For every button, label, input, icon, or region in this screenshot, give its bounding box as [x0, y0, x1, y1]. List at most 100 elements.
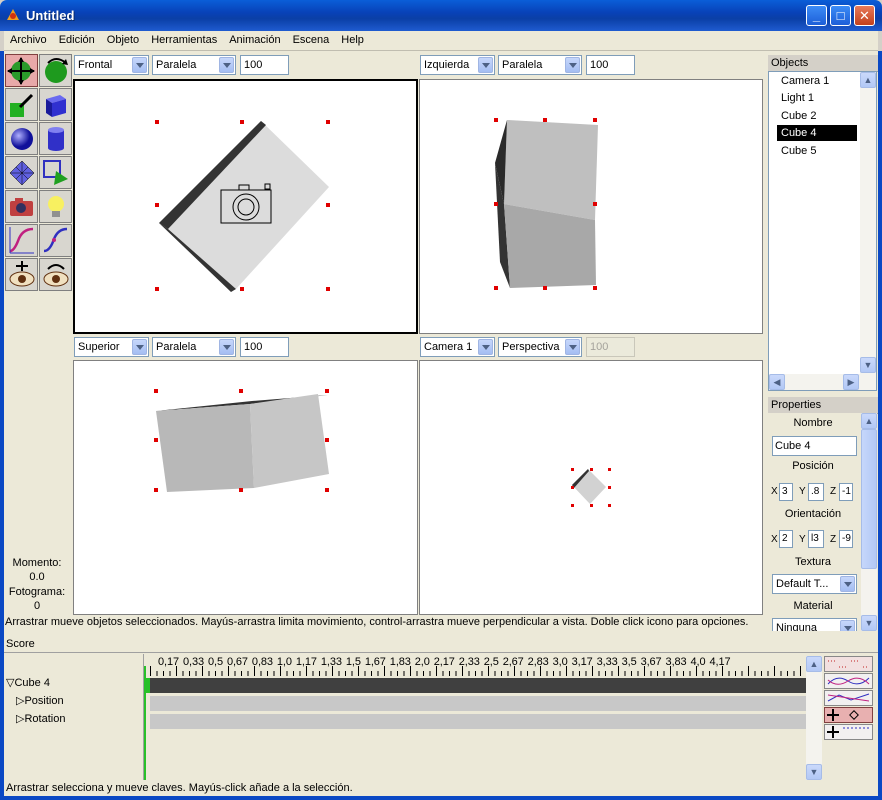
key-mode-button-1[interactable] [824, 656, 873, 672]
curve-edit-tool-button[interactable] [39, 224, 72, 257]
playhead-key [146, 678, 150, 693]
track-label-cube-4-text: Cube 4 [14, 677, 50, 689]
projection-select-4[interactable]: Perspectiva [498, 337, 582, 357]
track-label-rotation[interactable]: ▷Rotation [16, 712, 65, 725]
arrow-down-icon: ▼ [863, 360, 873, 370]
menu-help[interactable]: Help [335, 31, 370, 46]
minimize-button[interactable]: _ [806, 5, 827, 26]
ruler-ticks [150, 666, 801, 676]
object-item-cube-5[interactable]: Cube 5 [779, 143, 818, 159]
move-tool-button[interactable] [5, 54, 38, 87]
properties-scroll-down-button[interactable]: ▼ [861, 615, 877, 631]
object-item-cube-4[interactable]: Cube 4 [777, 125, 857, 141]
viewport-frontal[interactable] [73, 79, 418, 334]
curve-tool-button[interactable] [5, 224, 38, 257]
track-label-cube-4[interactable]: ▽Cube 4 [6, 676, 50, 689]
projection-select-2[interactable]: Paralela [498, 55, 582, 75]
arrow-left-icon: ◀ [773, 377, 781, 387]
eye-move-icon [9, 261, 35, 287]
properties-scroll-thumb[interactable] [861, 429, 877, 569]
objects-panel-title: Objects [768, 55, 878, 72]
object-item-light-1[interactable]: Light 1 [779, 90, 816, 106]
key-mode-button-3[interactable] [824, 690, 873, 706]
properties-panel: Nombre Cube 4 Posición X 3 Y .8 Z -1 Ori… [768, 413, 877, 631]
material-select[interactable]: Ninguna [772, 618, 857, 631]
score-panel: Score ▽Cube 4 ▷Position ▷Rotation 0,17 0… [4, 636, 878, 796]
properties-scroll-up-button[interactable]: ▲ [861, 413, 877, 429]
menu-objeto[interactable]: Objeto [101, 31, 145, 46]
view-rotate-tool-button[interactable] [39, 258, 72, 291]
scroll-left-button[interactable]: ◀ [769, 374, 785, 390]
texture-label: Textura [794, 556, 832, 568]
projection-select-1[interactable]: Paralela [152, 55, 236, 75]
chevron-down-icon [565, 339, 580, 355]
menu-herramientas[interactable]: Herramientas [145, 31, 223, 46]
key-mode-button-2[interactable] [824, 673, 873, 689]
objects-horizontal-scrollbar[interactable]: ◀ ▶ [769, 374, 876, 390]
view-select-1-value: Frontal [78, 59, 113, 71]
sphere-tool-button[interactable] [5, 122, 38, 155]
scroll-up-button[interactable]: ▲ [860, 72, 876, 88]
view-select-1[interactable]: Frontal [74, 55, 149, 75]
view-select-3[interactable]: Superior [74, 337, 149, 357]
pos-y-label: Y [799, 486, 806, 497]
zoom-field-2[interactable]: 100 [586, 55, 635, 75]
score-title: Score [4, 636, 878, 653]
menu-edicion[interactable]: Edición [53, 31, 101, 46]
viewport-camera[interactable] [419, 360, 763, 615]
view-select-2[interactable]: Izquierda [420, 55, 495, 75]
track-label-position[interactable]: ▷Position [16, 694, 64, 707]
close-button[interactable]: ✕ [854, 5, 875, 26]
pos-y-field[interactable]: .8 [808, 483, 824, 501]
pos-z-field[interactable]: -1 [839, 483, 853, 501]
scroll-right-button[interactable]: ▶ [843, 374, 859, 390]
ori-x-field[interactable]: 2 [779, 530, 793, 548]
viewport-superior[interactable] [73, 360, 418, 615]
moment-label: Momento: [12, 557, 62, 569]
viewport-izquierda[interactable] [419, 79, 763, 334]
zoom-field-3[interactable]: 100 [240, 337, 289, 357]
key-move-button[interactable] [824, 707, 873, 723]
menu-animacion[interactable]: Animación [223, 31, 286, 46]
name-field[interactable]: Cube 4 [772, 436, 857, 456]
zoom-field-1[interactable]: 100 [240, 55, 289, 75]
track-bar-position[interactable] [150, 696, 807, 711]
group-tool-button[interactable] [39, 156, 72, 189]
object-item-camera-1[interactable]: Camera 1 [779, 73, 831, 89]
menu-archivo[interactable]: Archivo [4, 31, 53, 46]
eyedropper-tool-button[interactable] [5, 88, 38, 121]
object-item-cube-2[interactable]: Cube 2 [779, 108, 818, 124]
properties-scrollbar[interactable]: ▲ ▼ [861, 413, 877, 631]
rotate-tool-button[interactable] [39, 54, 72, 87]
maximize-button[interactable]: □ [830, 5, 851, 26]
score-scrollbar[interactable]: ▲ ▼ [806, 656, 822, 780]
cylinder-tool-button[interactable] [39, 122, 72, 155]
objects-vertical-scrollbar[interactable]: ▲ ▼ [860, 72, 876, 374]
track-bar-cube-4[interactable] [150, 678, 807, 693]
ori-y-field[interactable]: l3 [808, 530, 824, 548]
cube-tool-button[interactable] [39, 88, 72, 121]
menu-bar: Archivo Edición Objeto Herramientas Animació… [4, 31, 878, 51]
projection-select-2-value: Paralela [502, 59, 543, 71]
score-scroll-up-button[interactable]: ▲ [806, 656, 822, 672]
view-move-tool-button[interactable] [5, 258, 38, 291]
texture-select[interactable]: Default T... [772, 574, 857, 594]
objects-list[interactable]: Camera 1 Light 1 Cube 2 Cube 4 Cube 5 ▲ … [768, 71, 877, 391]
title-bar[interactable]: Untitled _ □ ✕ [0, 0, 882, 31]
projection-select-3[interactable]: Paralela [152, 337, 236, 357]
score-scroll-down-button[interactable]: ▼ [806, 764, 822, 780]
pos-x-field[interactable]: 3 [779, 483, 793, 501]
projection-select-4-value: Perspectiva [502, 341, 560, 353]
camera-tool-button[interactable] [5, 190, 38, 223]
mesh-tool-button[interactable] [5, 156, 38, 189]
menu-escena[interactable]: Escena [287, 31, 336, 46]
ori-z-field[interactable]: -9 [839, 530, 853, 548]
curve-icon [9, 227, 34, 254]
view-select-4[interactable]: Camera 1 [420, 337, 495, 357]
light-tool-button[interactable] [39, 190, 72, 223]
track-bar-rotation[interactable] [150, 714, 807, 729]
key-scale-button[interactable] [824, 724, 873, 740]
position-label: Posición [792, 460, 834, 472]
scroll-down-button[interactable]: ▼ [860, 357, 876, 373]
frontal-scene [155, 120, 330, 292]
